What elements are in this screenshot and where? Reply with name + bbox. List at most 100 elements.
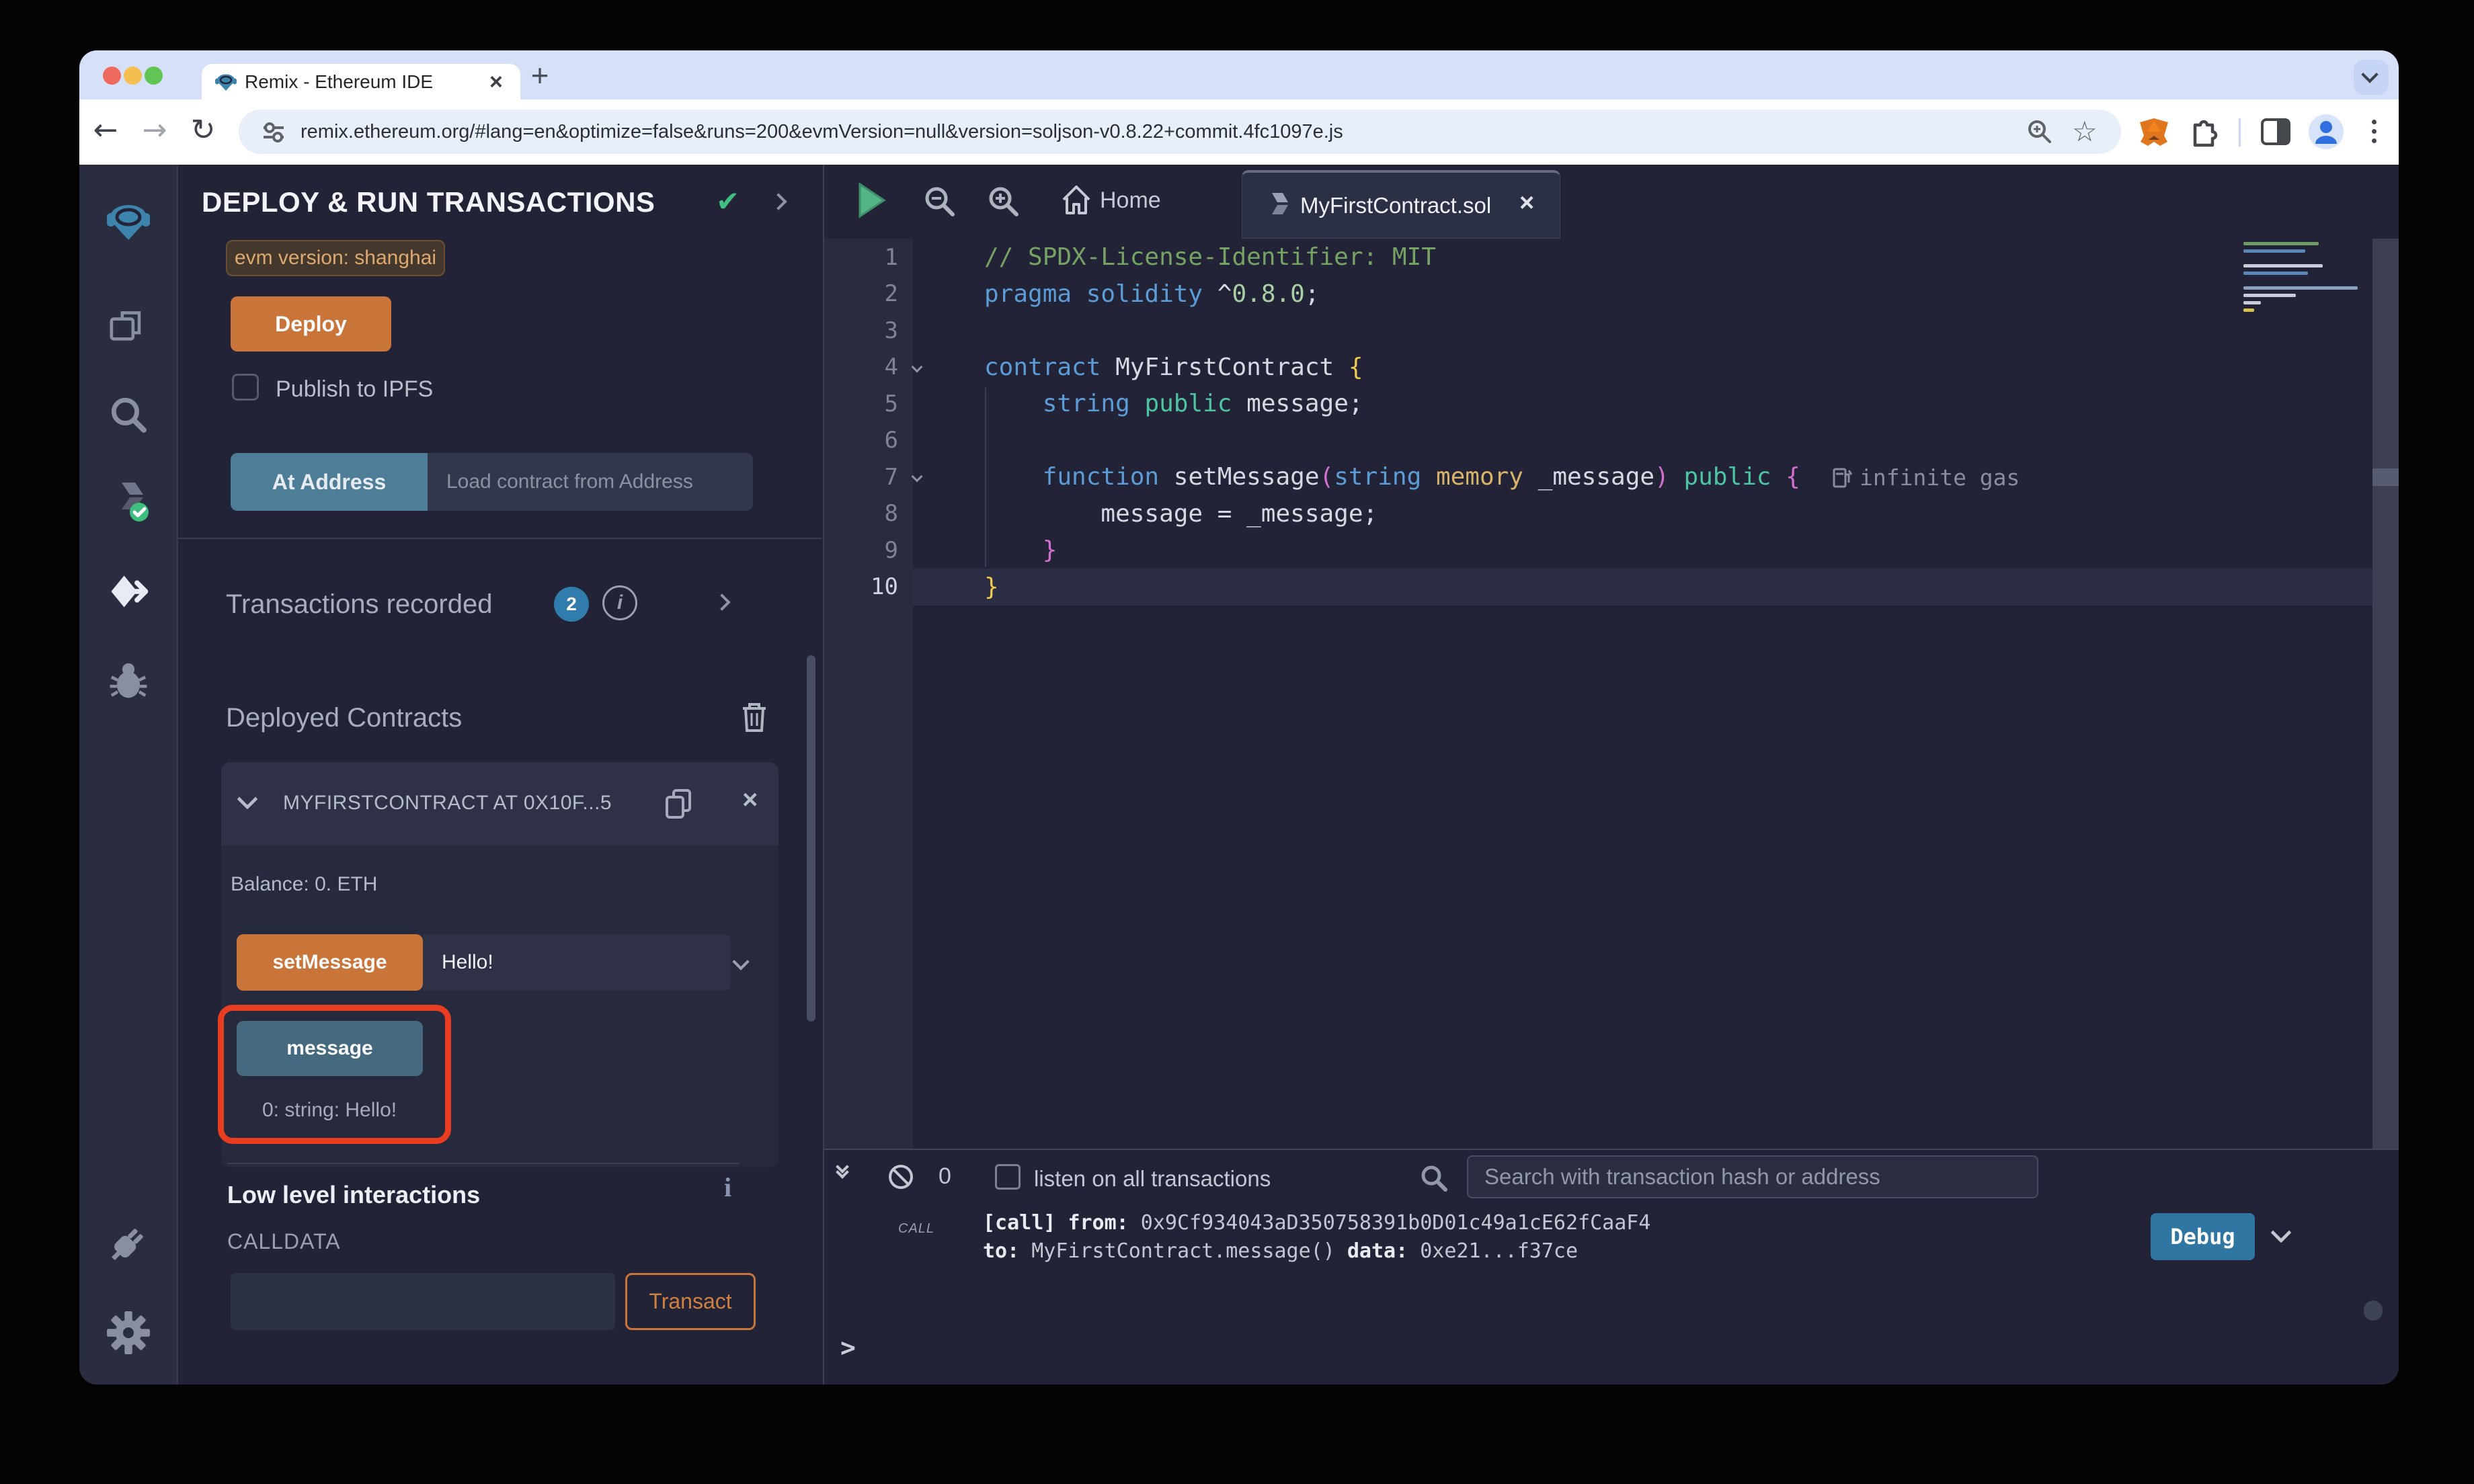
site-settings-icon[interactable] [262, 120, 286, 145]
transact-button[interactable]: Transact [625, 1273, 756, 1330]
code-text: function setMessage(string memory _messa… [945, 463, 1800, 491]
panel-collapse-icon[interactable] [770, 193, 787, 210]
person-icon [2309, 114, 2344, 149]
contract-name: MYFIRSTCONTRACT AT 0X10F...5 [283, 792, 612, 815]
editor-area: Home MyFirstContract.sol × 1// SPDX-Lice… [823, 165, 2399, 1385]
code-line[interactable]: 9 } [824, 532, 2399, 569]
reload-icon[interactable]: ↻ [186, 112, 221, 149]
forward-icon[interactable]: → [137, 112, 172, 149]
publish-ipfs-checkbox[interactable] [232, 374, 259, 401]
url-text[interactable]: remix.ethereum.org/#lang=en&optimize=fal… [301, 110, 1343, 154]
deploy-run-icon[interactable] [107, 570, 150, 613]
solidity-compiler-icon[interactable] [107, 480, 150, 523]
browser-toolbar: ← → ↻ remix.ethereum.org/#lang=en&optimi… [79, 99, 2399, 165]
listen-all-label[interactable]: listen on all transactions [1034, 1166, 1271, 1192]
browser-window: Remix - Ethereum IDE × + ← → ↻ remix.eth… [79, 50, 2399, 1385]
line-number: 6 [824, 427, 913, 454]
minimize-window-button[interactable] [124, 67, 142, 85]
terminal-prompt[interactable]: > [840, 1333, 856, 1362]
calldata-input[interactable] [231, 1273, 615, 1330]
panel-scrollbar[interactable] [807, 655, 815, 1022]
settings-gear-icon[interactable] [107, 1311, 150, 1354]
home-tab[interactable]: Home [1100, 188, 1161, 214]
at-address-button[interactable]: At Address [231, 453, 428, 511]
section-divider [178, 538, 822, 539]
terminal-search-input[interactable] [1467, 1155, 2038, 1198]
gas-annotation-label: infinite gas [1860, 464, 2020, 491]
code-line[interactable]: 8 message = _message; [824, 495, 2399, 532]
code-line[interactable]: 1// SPDX-License-Identifier: MIT [824, 239, 2399, 276]
url-bar[interactable]: remix.ethereum.org/#lang=en&optimize=fal… [239, 110, 2121, 154]
set-message-expand-icon[interactable] [732, 953, 749, 970]
transactions-info-icon[interactable]: i [602, 585, 637, 620]
profile-avatar[interactable] [2309, 114, 2344, 149]
solidity-file-icon [1265, 192, 1289, 221]
new-tab-button[interactable]: + [522, 59, 557, 94]
editor-scrollbar-thumb[interactable] [2372, 468, 2399, 486]
transactions-count-badge: 2 [554, 587, 589, 622]
editor-scrollbar[interactable] [2372, 239, 2399, 1149]
plugin-manager-icon[interactable] [107, 1222, 150, 1265]
code-line[interactable]: 5 string public message; [824, 385, 2399, 422]
at-address-input[interactable] [428, 453, 753, 511]
transactions-expand-icon[interactable] [713, 593, 730, 610]
file-explorer-icon[interactable] [107, 305, 150, 348]
message-button[interactable]: message [237, 1021, 423, 1076]
browser-tab[interactable]: Remix - Ethereum IDE × [202, 64, 520, 99]
remix-logo-icon[interactable] [107, 200, 150, 243]
browser-menu-icon[interactable] [2372, 120, 2377, 124]
fold-icon[interactable] [912, 471, 923, 483]
code-line-active[interactable]: 10} [824, 569, 2399, 606]
minimap[interactable] [2243, 242, 2371, 309]
code-text: message = _message; [945, 500, 1378, 528]
tab-close-icon[interactable]: × [489, 69, 503, 95]
fold-icon[interactable] [912, 361, 923, 372]
remix-favicon [215, 71, 237, 93]
sidebar-toggle-icon[interactable] [2260, 117, 2291, 147]
back-icon[interactable]: ← [88, 112, 123, 149]
zoom-out-icon[interactable] [922, 183, 957, 218]
copy-address-icon[interactable] [662, 786, 696, 821]
browser-tab-bar: Remix - Ethereum IDE × + [79, 50, 2399, 99]
set-message-input[interactable] [423, 934, 731, 991]
transactions-recorded-label: Transactions recorded [226, 589, 492, 620]
debug-button[interactable]: Debug [2151, 1213, 2255, 1260]
code-line[interactable]: 6 [824, 422, 2399, 459]
file-tab-close-icon[interactable]: × [1519, 189, 1534, 218]
line-number: 10 [824, 573, 913, 600]
close-window-button[interactable] [103, 67, 121, 85]
contract-card-header[interactable]: MYFIRSTCONTRACT AT 0X10F...5 × [221, 762, 779, 846]
remove-contract-icon[interactable]: × [742, 785, 758, 815]
line-number: 9 [824, 537, 913, 564]
pending-tx-count: 0 [939, 1163, 951, 1190]
set-message-button[interactable]: setMessage [237, 934, 423, 991]
bookmark-star-icon[interactable]: ☆ [2072, 115, 2098, 148]
code-line[interactable]: 2pragma solidity ^0.8.0; [824, 276, 2399, 313]
zoom-in-icon[interactable] [986, 183, 1021, 218]
icon-panel [79, 165, 178, 1385]
listen-all-checkbox[interactable] [995, 1164, 1021, 1190]
clear-contracts-trash-icon[interactable] [737, 700, 771, 735]
debugger-icon[interactable] [107, 659, 150, 702]
metamask-icon[interactable] [2138, 116, 2170, 148]
terminal-scrollbar-thumb[interactable] [2364, 1301, 2383, 1321]
run-script-icon[interactable] [854, 181, 888, 219]
extensions-icon[interactable] [2187, 116, 2219, 148]
terminal-collapse-icon[interactable] [838, 1162, 847, 1177]
search-icon[interactable] [107, 393, 150, 436]
tab-search-icon[interactable] [2354, 60, 2389, 95]
low-level-info-icon[interactable]: i [724, 1171, 731, 1203]
maximize-window-button[interactable] [145, 67, 163, 85]
deploy-button[interactable]: Deploy [231, 296, 391, 352]
code-line[interactable]: 3 [824, 312, 2399, 349]
clear-console-icon[interactable] [886, 1162, 916, 1192]
code-line[interactable]: 7 function setMessage(string memory _mes… [824, 458, 2399, 495]
code-text: } [945, 536, 1057, 564]
log-expand-icon[interactable] [2270, 1222, 2291, 1243]
publish-ipfs-label[interactable]: Publish to IPFS [276, 376, 433, 403]
contract-collapse-icon[interactable] [237, 788, 257, 809]
file-tab[interactable]: MyFirstContract.sol × [1242, 170, 1560, 239]
home-icon[interactable] [1061, 183, 1092, 216]
code-line[interactable]: 4contract MyFirstContract { [824, 349, 2399, 386]
zoom-icon[interactable] [2026, 118, 2053, 145]
